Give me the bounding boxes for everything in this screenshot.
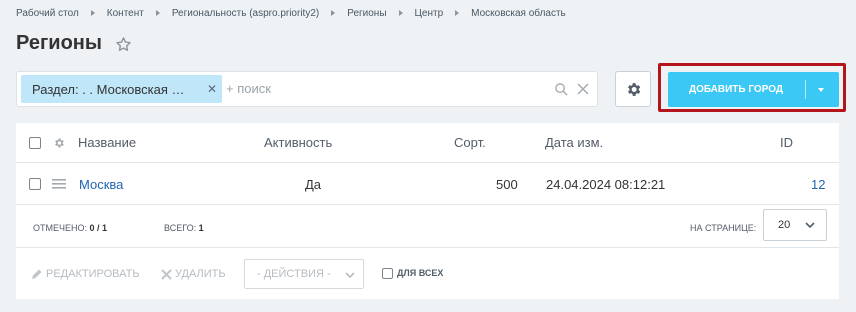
total-count: ВСЕГО: 1 [164, 223, 204, 233]
clear-icon[interactable] [577, 83, 589, 95]
delete-button[interactable]: УДАЛИТЬ [161, 268, 226, 280]
close-icon [161, 268, 172, 280]
breadcrumb: Рабочий стол Контент Региональность (asp… [16, 7, 566, 19]
row-checkbox[interactable] [29, 178, 41, 190]
page-title: Регионы [16, 32, 102, 54]
delete-label: УДАЛИТЬ [175, 268, 226, 280]
actions-select[interactable]: - ДЕЙСТВИЯ - [244, 259, 364, 289]
chevron-right-icon [398, 10, 403, 16]
chevron-right-icon [90, 10, 95, 16]
button-divider [805, 80, 806, 99]
edit-button[interactable]: РЕДАКТИРОВАТЬ [31, 268, 140, 280]
column-header-active[interactable]: Активность [264, 135, 332, 150]
selected-count: ОТМЕЧЕНО: 0 / 1 [33, 223, 108, 233]
table-header: Название Активность Сорт. Дата изм. ID [16, 123, 839, 163]
for-all-checkbox[interactable] [382, 268, 393, 279]
filter-chip-label: Раздел: . . Московская … [32, 82, 185, 97]
breadcrumb-item[interactable]: Центр [415, 8, 444, 19]
row-active: Да [305, 177, 322, 192]
for-all-label: ДЛЯ ВСЕХ [397, 268, 444, 278]
breadcrumb-item[interactable]: Региональность (aspro.priority2) [172, 8, 319, 19]
breadcrumb-item[interactable]: Московская область [471, 8, 566, 19]
column-header-id[interactable]: ID [780, 135, 793, 150]
search-icon[interactable] [554, 82, 569, 97]
regions-table: Название Активность Сорт. Дата изм. ID М… [16, 123, 839, 247]
breadcrumb-item[interactable]: Рабочий стол [16, 8, 79, 19]
edit-label: РЕДАКТИРОВАТЬ [46, 268, 140, 280]
gear-icon[interactable] [53, 137, 65, 149]
add-city-button[interactable]: ДОБАВИТЬ ГОРОД [668, 72, 839, 107]
pencil-icon [32, 269, 42, 279]
table-footer: ОТМЕЧЕНО: 0 / 1 ВСЕГО: 1 НА СТРАНИЦЕ: 20 [16, 205, 839, 247]
chevron-down-icon[interactable] [818, 88, 824, 92]
row-modified: 24.04.2024 08:12:21 [546, 177, 666, 192]
drag-handle-icon[interactable] [52, 179, 66, 189]
settings-button[interactable] [615, 71, 651, 107]
column-header-modified[interactable]: Дата изм. [545, 135, 603, 150]
breadcrumb-item[interactable]: Контент [107, 8, 144, 19]
filter-search-bar[interactable]: Раздел: . . Московская … ✕ + поиск [16, 71, 598, 107]
chevron-down-icon [805, 222, 815, 228]
row-id-link[interactable]: 12 [811, 177, 825, 192]
actions-select-value: - ДЕЙСТВИЯ - [257, 268, 331, 280]
gear-icon [628, 83, 641, 96]
chevron-right-icon [155, 10, 160, 16]
search-input[interactable]: + поиск [226, 81, 271, 96]
filter-chip[interactable]: Раздел: . . Московская … ✕ [21, 75, 222, 103]
star-icon[interactable] [115, 36, 132, 53]
chevron-right-icon [455, 10, 460, 16]
per-page-label: НА СТРАНИЦЕ: [690, 223, 757, 233]
column-header-sort[interactable]: Сорт. [454, 135, 486, 150]
group-actions-panel: РЕДАКТИРОВАТЬ УДАЛИТЬ - ДЕЙСТВИЯ - ДЛЯ В… [16, 247, 839, 299]
breadcrumb-item[interactable]: Регионы [347, 8, 386, 19]
add-city-highlight: ДОБАВИТЬ ГОРОД [658, 63, 846, 112]
row-name-link[interactable]: Москва [79, 177, 123, 192]
table-row[interactable]: Москва Да 500 24.04.2024 08:12:21 12 [16, 163, 839, 205]
chevron-down-icon [345, 272, 355, 278]
column-header-name[interactable]: Название [78, 135, 136, 150]
close-icon[interactable]: ✕ [207, 82, 217, 96]
per-page-select[interactable]: 20 [763, 209, 827, 241]
add-city-label: ДОБАВИТЬ ГОРОД [688, 84, 784, 95]
chevron-right-icon [331, 10, 336, 16]
per-page-value: 20 [778, 219, 791, 231]
row-sort: 500 [496, 177, 518, 192]
select-all-checkbox[interactable] [29, 137, 41, 149]
